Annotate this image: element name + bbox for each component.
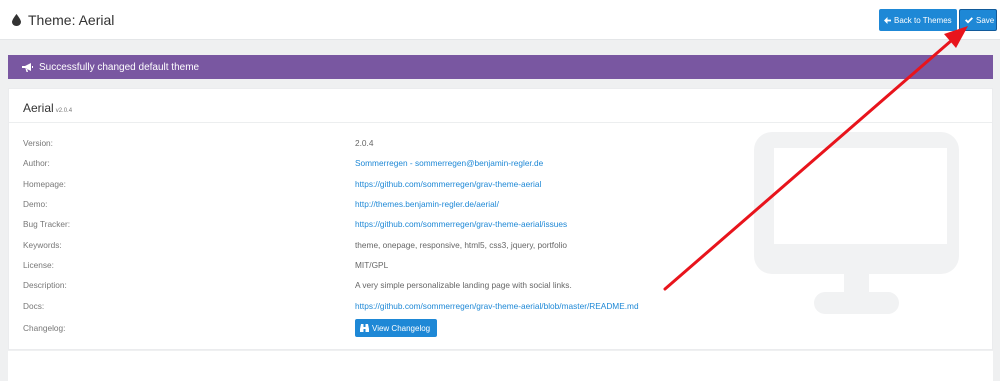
top-bar: Theme: Aerial Back to Themes Save bbox=[0, 0, 1000, 40]
back-to-themes-label: Back to Themes bbox=[894, 15, 952, 25]
license-value: MIT/GPL bbox=[355, 260, 389, 270]
changelog-label: Changelog: bbox=[23, 323, 66, 333]
check-icon bbox=[965, 16, 973, 24]
page-title-text: Theme: Aerial bbox=[28, 12, 115, 28]
author-label: Author: bbox=[23, 158, 50, 168]
view-changelog-label: View Changelog bbox=[372, 323, 431, 333]
theme-name: Aerial v2.0.4 bbox=[23, 101, 72, 115]
theme-name-text: Aerial bbox=[23, 101, 54, 115]
description-label: Description: bbox=[23, 280, 67, 290]
save-label: Save bbox=[976, 15, 995, 25]
lower-panel bbox=[8, 351, 993, 381]
homepage-link[interactable]: https://github.com/sommerregen/grav-them… bbox=[355, 179, 541, 189]
save-button[interactable]: Save bbox=[959, 9, 997, 31]
alert-message: Successfully changed default theme bbox=[39, 61, 200, 73]
demo-link[interactable]: http://themes.benjamin-regler.de/aerial/ bbox=[355, 199, 499, 209]
bug-tracker-label: Bug Tracker: bbox=[23, 219, 71, 229]
arrow-left-icon bbox=[884, 16, 891, 24]
bullhorn-icon bbox=[22, 62, 33, 72]
version-badge: v2.0.4 bbox=[55, 108, 73, 114]
description-value: A very simple personalizable landing pag… bbox=[355, 280, 572, 290]
homepage-label: Homepage: bbox=[23, 179, 66, 189]
version-label: Version: bbox=[23, 138, 53, 148]
binoculars-icon bbox=[360, 324, 369, 332]
theme-details-card: Aerial v2.0.4 Version: 2.0.4 Author: Somm… bbox=[8, 88, 993, 350]
card-header: Aerial v2.0.4 bbox=[9, 89, 992, 123]
view-changelog-button[interactable]: View Changelog bbox=[355, 319, 437, 337]
docs-label: Docs: bbox=[23, 301, 45, 311]
success-alert: Successfully changed default theme bbox=[8, 55, 993, 79]
page-title: Theme: Aerial bbox=[12, 12, 114, 28]
keywords-label: Keywords: bbox=[23, 240, 62, 250]
keywords-value: theme, onepage, responsive, html5, css3,… bbox=[355, 240, 567, 250]
author-link[interactable]: Sommerregen - sommerregen@benjamin-regle… bbox=[355, 158, 543, 168]
demo-label: Demo: bbox=[23, 199, 48, 209]
back-to-themes-button[interactable]: Back to Themes bbox=[879, 9, 957, 31]
drop-icon bbox=[12, 14, 21, 26]
bug-tracker-link[interactable]: https://github.com/sommerregen/grav-them… bbox=[355, 219, 567, 229]
license-label: License: bbox=[23, 260, 54, 270]
monitor-icon bbox=[754, 132, 959, 319]
version-value: 2.0.4 bbox=[355, 138, 374, 148]
docs-link[interactable]: https://github.com/sommerregen/grav-them… bbox=[355, 301, 639, 311]
